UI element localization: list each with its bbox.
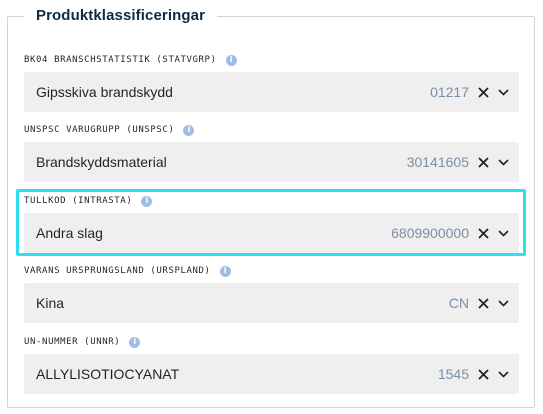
unspsc-select[interactable]: Brandskyddsmaterial 30141605 — [24, 142, 519, 182]
field-label: UN-NUMMER (UNNR) — [24, 337, 121, 347]
info-icon[interactable]: i — [225, 54, 237, 66]
select-code: 01217 — [430, 84, 469, 100]
select-code: 6809900000 — [391, 225, 469, 241]
select-value: ALLYLISOTIOCYANAT — [36, 366, 180, 382]
statvgrp-select[interactable]: Gipsskiva brandskydd 01217 — [24, 72, 519, 112]
info-icon[interactable]: i — [141, 195, 153, 207]
field-label: TULLKOD (INTRASTA) — [24, 196, 133, 206]
intrasta-select[interactable]: Andra slag 6809900000 — [24, 213, 519, 253]
urspland-select[interactable]: Kina CN — [24, 283, 519, 323]
section-title: Produktklassificeringar — [24, 5, 218, 27]
info-icon[interactable]: i — [183, 124, 195, 136]
chevron-down-icon[interactable] — [495, 84, 511, 100]
chevron-down-icon[interactable] — [495, 154, 511, 170]
chevron-down-icon[interactable] — [495, 366, 511, 382]
close-icon[interactable] — [475, 84, 491, 100]
field-label: UNSPSC VARUGRUPP (UNSPSC) — [24, 125, 175, 135]
select-code: 30141605 — [406, 154, 469, 170]
close-icon[interactable] — [475, 225, 491, 241]
close-icon[interactable] — [475, 154, 491, 170]
close-icon[interactable] — [475, 366, 491, 382]
close-icon[interactable] — [475, 295, 491, 311]
info-icon[interactable]: i — [129, 336, 141, 348]
select-code: CN — [448, 295, 469, 311]
field-label: VARANS URSPRUNGSLAND (URSPLAND) — [24, 266, 211, 276]
select-value: Gipsskiva brandskydd — [36, 84, 173, 100]
info-icon[interactable]: i — [219, 265, 231, 277]
chevron-down-icon[interactable] — [495, 225, 511, 241]
select-value: Andra slag — [36, 225, 103, 241]
chevron-down-icon[interactable] — [495, 295, 511, 311]
select-value: Kina — [36, 295, 65, 311]
select-code: 1545 — [437, 366, 469, 382]
select-value: Brandskyddsmaterial — [36, 154, 167, 170]
unnr-select[interactable]: ALLYLISOTIOCYANAT 1545 — [24, 354, 519, 394]
field-label: BK04 BRANSCHSTATISTIK (STATVGRP) — [24, 55, 217, 65]
